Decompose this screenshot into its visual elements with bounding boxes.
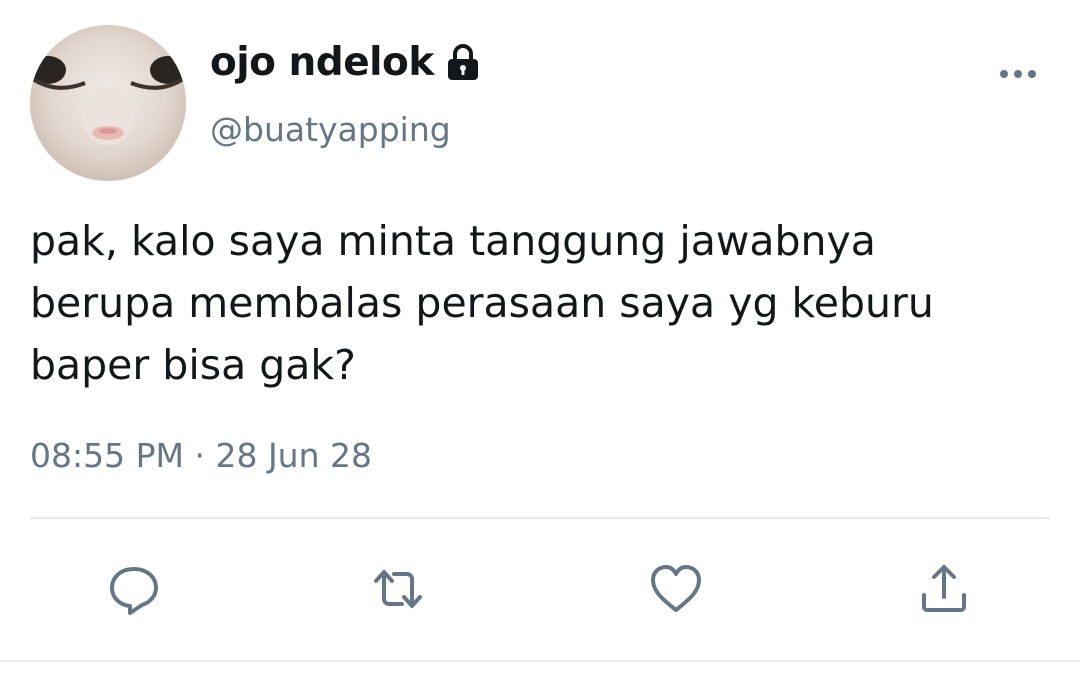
display-name[interactable]: ojo ndelok xyxy=(210,40,484,85)
speech-bubble-icon xyxy=(110,567,158,615)
heart-icon xyxy=(651,565,701,612)
tweet-time: 08:55 PM xyxy=(30,436,184,475)
retweet-button[interactable] xyxy=(370,561,426,617)
divider xyxy=(30,517,1050,519)
like-button[interactable] xyxy=(648,561,704,617)
ellipsis-icon xyxy=(1000,70,1036,78)
avatar[interactable] xyxy=(30,25,186,181)
lock-icon xyxy=(447,43,478,80)
share-button[interactable] xyxy=(916,561,972,617)
bottom-divider xyxy=(0,660,1080,662)
tweet-timestamp[interactable]: 08:55 PM · 28 Jun 28 xyxy=(30,436,372,475)
meta-separator: · xyxy=(194,436,205,475)
tweet-date: 28 Jun 28 xyxy=(215,436,372,475)
retweet-arrows-icon xyxy=(374,570,422,608)
display-name-text: ojo ndelok xyxy=(210,40,434,85)
avatar-image xyxy=(30,25,186,181)
tweet-text: pak, kalo saya minta tanggung jawabnya b… xyxy=(30,217,934,389)
user-handle[interactable]: @buatyapping xyxy=(210,110,451,149)
share-upload-icon xyxy=(922,565,966,612)
more-options-button[interactable] xyxy=(996,62,1040,86)
reply-button[interactable] xyxy=(106,561,162,617)
